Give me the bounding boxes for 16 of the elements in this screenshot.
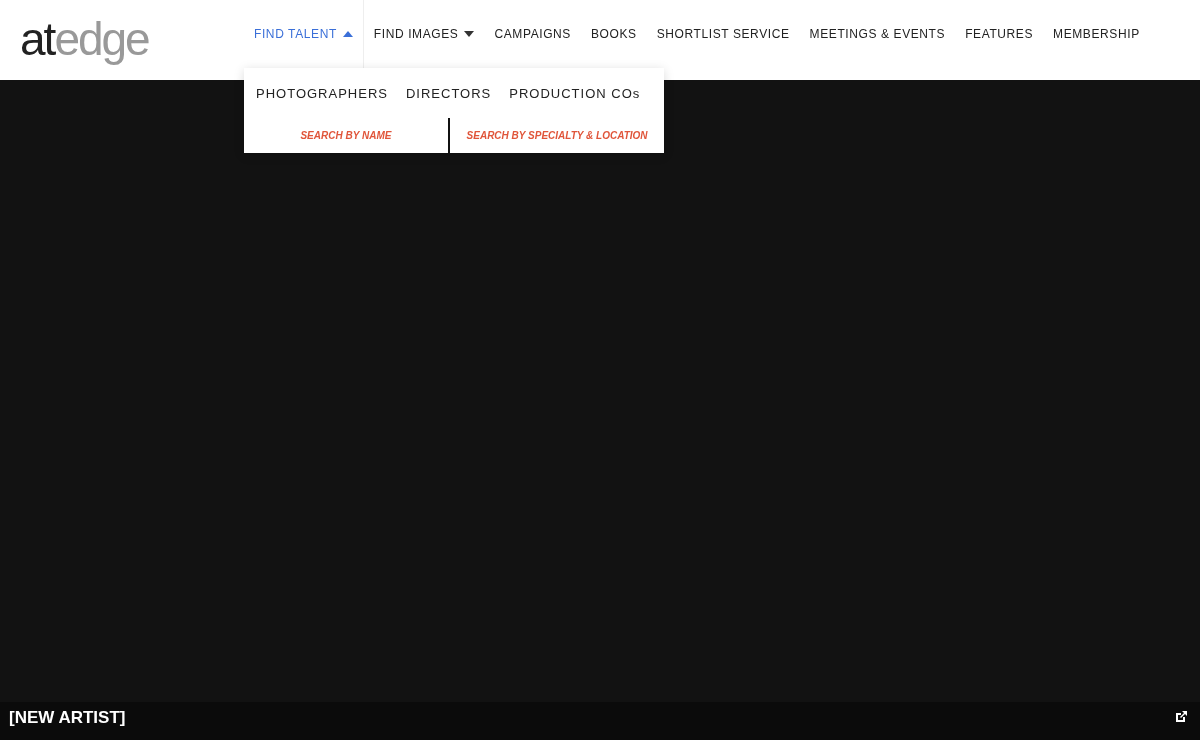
nav-item[interactable]: CAMPAIGNS [484,0,581,70]
external-link-icon[interactable] [1175,710,1188,723]
search-link[interactable]: SEARCH BY NAME [244,118,448,153]
caret-icon [464,31,475,37]
artist-title: [NEW ARTIST] [9,708,126,728]
nav-item[interactable]: MEMBERSHIP [1043,0,1150,70]
nav-item[interactable]: FIND IMAGES [363,0,485,70]
nav-item[interactable]: BOOKS [581,0,647,70]
menu-item[interactable]: PHOTOGRAPHERS [256,85,388,101]
nav-item[interactable]: SHORTLIST SERVICE [646,0,800,70]
menu-item[interactable]: DIRECTORS [405,85,492,101]
nav-item[interactable]: MEETINGS & EVENTS [799,0,956,70]
nav-item[interactable]: FEATURES [955,0,1044,70]
caret-icon [342,31,353,37]
search-link[interactable]: SEARCH BY SPECIALTY & LOCATION [449,118,665,153]
menu-item[interactable]: PRODUCTION COs [509,85,641,101]
